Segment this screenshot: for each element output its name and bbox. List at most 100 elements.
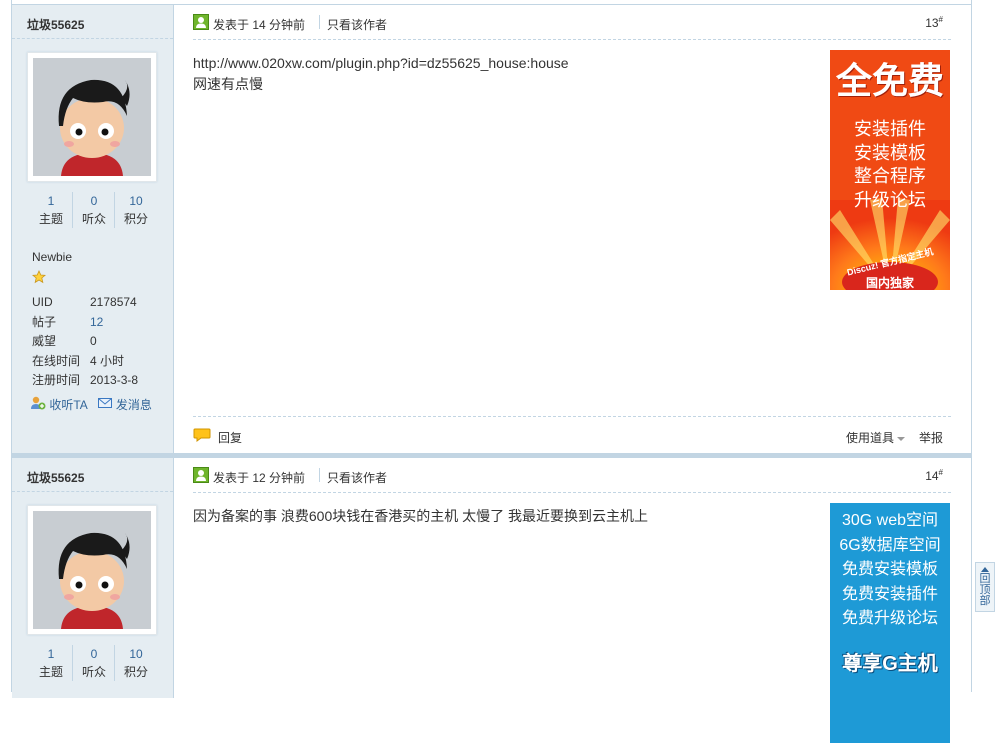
posts-count-link[interactable]: 12 bbox=[90, 313, 103, 333]
star-icon bbox=[31, 270, 48, 286]
stat-value: 1 bbox=[47, 647, 55, 661]
ad-brand: 尊享G主机 bbox=[842, 653, 938, 675]
ad-lines: 安装插件 安装模板 整合程序 升级论坛 bbox=[830, 118, 950, 212]
follow-icon bbox=[30, 395, 46, 414]
avatar[interactable] bbox=[27, 505, 157, 635]
reply-button[interactable]: 回复 bbox=[218, 429, 242, 446]
stat-label: 听众 bbox=[81, 212, 106, 226]
avatar-image bbox=[33, 58, 151, 176]
floor-value: 14 bbox=[925, 469, 939, 483]
floor-mark: # bbox=[938, 15, 943, 24]
chevron-down-icon bbox=[897, 436, 906, 441]
ad-banner[interactable]: 全免费 安装插件 安装模板 整合程序 升级论坛 Discuz! 官方指定主机 国… bbox=[830, 50, 950, 290]
floor-number[interactable]: 13# bbox=[925, 15, 943, 30]
arrow-up-icon bbox=[981, 567, 989, 572]
info-row-posts: 帖子 12 bbox=[32, 313, 162, 333]
ad-headline: 全免费 bbox=[835, 61, 944, 102]
content-text: 因为备案的事 浪费600块钱在香港买的主机 太慢了 我最近要换到云主机上 bbox=[193, 508, 649, 524]
ad-line: 30G web空间 bbox=[841, 512, 939, 529]
info-row-uid: UID 2178574 bbox=[32, 293, 162, 313]
stat-value: 0 bbox=[90, 194, 98, 208]
post-main: 发表于 12 分钟前 只看该作者 14# 因为备案的事 浪费600块钱在香港买的… bbox=[193, 458, 951, 743]
stat-value: 1 bbox=[47, 194, 55, 208]
report-button[interactable]: 举报 bbox=[919, 429, 943, 446]
ad-tag: 国内独家 bbox=[865, 276, 914, 290]
info-key: 帖子 bbox=[32, 314, 57, 329]
author-name-link[interactable]: 垃圾55625 bbox=[27, 469, 84, 486]
ad-line: 免费安装模板 bbox=[841, 561, 938, 578]
ad-line: 升级论坛 bbox=[854, 189, 926, 210]
stat-value: 10 bbox=[129, 647, 143, 661]
divider bbox=[12, 38, 173, 39]
post-content: http://www.020xw.com/plugin.php?id=dz556… bbox=[193, 53, 793, 95]
reply-bubble-icon bbox=[193, 427, 211, 443]
author-info: UID 2178574 帖子 12 威望 0 在线时间 4 小时 注册时间 20… bbox=[32, 293, 162, 391]
online-user-icon bbox=[193, 467, 209, 483]
avatar[interactable] bbox=[27, 52, 157, 182]
info-key: 威望 bbox=[32, 334, 57, 348]
user-rank: Newbie bbox=[32, 250, 73, 264]
send-message-link[interactable]: 发消息 bbox=[116, 396, 152, 413]
stat-followers[interactable]: 0 听众 bbox=[72, 192, 115, 228]
stat-label: 积分 bbox=[123, 665, 148, 679]
ad-banner[interactable]: 30G web空间 6G数据库空间 免费安装模板 免费安装插件 免费升级论坛 尊… bbox=[830, 503, 950, 743]
back-to-top-button[interactable]: 回顶部 bbox=[975, 562, 995, 612]
post-time: 发表于 14 分钟前 bbox=[213, 18, 306, 32]
follow-link[interactable]: 收听TA bbox=[49, 396, 87, 413]
stat-points[interactable]: 10 积分 bbox=[114, 192, 157, 228]
ad-lines: 30G web空间 6G数据库空间 免费安装模板 免费安装插件 免费升级论坛 bbox=[830, 509, 950, 632]
floor-value: 13 bbox=[925, 16, 939, 30]
ad-line: 免费安装插件 bbox=[841, 585, 938, 603]
info-value: 4 小时 bbox=[90, 353, 125, 368]
author-stats: 1 主题 0 听众 10 积分 bbox=[30, 192, 156, 230]
back-to-top-label: 回顶部 bbox=[979, 573, 991, 607]
info-key: 注册时间 bbox=[32, 373, 81, 387]
post-main: 发表于 14 分钟前 只看该作者 13# http://www.020xw.co… bbox=[193, 5, 951, 454]
stat-label: 听众 bbox=[81, 665, 106, 679]
info-row-online-time: 在线时间 4 小时 bbox=[32, 352, 162, 372]
divider bbox=[319, 15, 320, 29]
content-text: 网速有点慢 bbox=[193, 76, 263, 92]
post-14: 垃圾55625 1 主题 0 听众 10 积分 发表于 12 分钟前 只看该作者… bbox=[12, 457, 971, 743]
stat-followers[interactable]: 0 听众 bbox=[72, 645, 115, 681]
stat-label: 主题 bbox=[38, 212, 63, 226]
online-user-icon bbox=[193, 14, 209, 30]
ad-line: 安装模板 bbox=[854, 142, 926, 163]
author-only-link[interactable]: 只看该作者 bbox=[327, 469, 387, 486]
author-stats: 1 主题 0 听众 10 积分 bbox=[30, 645, 156, 683]
stat-threads[interactable]: 1 主题 bbox=[30, 192, 72, 228]
post-footer: 回复 使用道具 举报 bbox=[193, 416, 951, 451]
avatar-image bbox=[33, 511, 151, 629]
author-only-link[interactable]: 只看该作者 bbox=[327, 16, 387, 33]
info-value: 2178574 bbox=[90, 295, 137, 309]
mail-icon bbox=[98, 397, 113, 412]
stat-points[interactable]: 10 积分 bbox=[114, 645, 157, 681]
info-value: 2013-3-8 bbox=[90, 373, 139, 387]
divider bbox=[12, 491, 173, 492]
info-value: 0 bbox=[90, 334, 97, 348]
floor-number[interactable]: 14# bbox=[925, 468, 943, 483]
stat-label: 主题 bbox=[38, 665, 63, 679]
stat-label: 积分 bbox=[123, 212, 148, 226]
stat-threads[interactable]: 1 主题 bbox=[30, 645, 72, 681]
use-tools-dropdown[interactable]: 使用道具 bbox=[846, 429, 906, 446]
ad-line: 6G数据库空间 bbox=[839, 536, 941, 554]
author-name-link[interactable]: 垃圾55625 bbox=[27, 16, 84, 33]
post-header: 发表于 14 分钟前 只看该作者 13# bbox=[193, 5, 951, 40]
info-key: 在线时间 bbox=[32, 353, 81, 368]
author-actions: 收听TA 发消息 bbox=[30, 395, 152, 414]
tools-label: 使用道具 bbox=[846, 431, 895, 445]
ad-line: 整合程序 bbox=[854, 166, 926, 186]
author-sidebar: 垃圾55625 bbox=[12, 5, 174, 454]
divider bbox=[319, 468, 320, 482]
content-link[interactable]: http://www.020xw.com/plugin.php?id=dz556… bbox=[193, 53, 793, 74]
ad-line: 免费升级论坛 bbox=[841, 610, 938, 627]
post-time: 发表于 12 分钟前 bbox=[213, 471, 306, 485]
floor-mark: # bbox=[938, 468, 943, 477]
info-row-register-date: 注册时间 2013-3-8 bbox=[32, 371, 162, 391]
info-row-prestige: 威望 0 bbox=[32, 332, 162, 352]
stat-value: 10 bbox=[129, 194, 143, 208]
post-content: 因为备案的事 浪费600块钱在香港买的主机 太慢了 我最近要换到云主机上 bbox=[193, 506, 793, 527]
ad-line: 安装插件 bbox=[854, 119, 926, 139]
info-key: UID bbox=[32, 295, 53, 309]
